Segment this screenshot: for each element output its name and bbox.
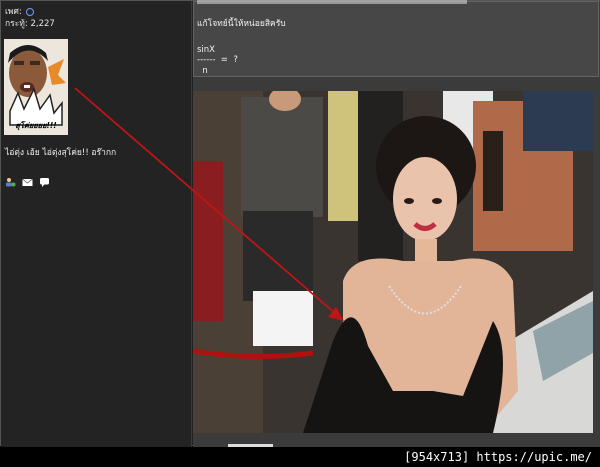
posts-label: กระทู้: bbox=[5, 19, 28, 29]
post-body: แก้โจทย์นี้ให้หน่อยสิครับ sinX ------ = … bbox=[193, 0, 599, 77]
scroll-indicator[interactable] bbox=[228, 444, 273, 447]
user-sidebar: เพศ: กระทู้: 2,227 สุโค่ยยยย!!! ไอ่ตุ่ง … bbox=[1, 1, 192, 447]
forum-frame: เพศ: กระทู้: 2,227 สุโค่ยยยย!!! ไอ่ตุ่ง … bbox=[0, 0, 600, 447]
avatar[interactable]: สุโค่ยยยย!!! bbox=[4, 39, 68, 135]
post-line-2: sinX bbox=[197, 45, 216, 55]
gender-row: เพศ: bbox=[5, 7, 35, 18]
gender-label: เพศ: bbox=[5, 7, 22, 17]
image-size-badge[interactable]: [954x713] https://upic.me/ bbox=[402, 448, 594, 466]
post-photo[interactable] bbox=[193, 91, 593, 433]
message-icon[interactable] bbox=[39, 177, 50, 188]
email-icon[interactable] bbox=[22, 177, 33, 188]
posts-count: 2,227 bbox=[30, 19, 55, 29]
post-line-1: แก้โจทย์นี้ให้หน่อยสิครับ bbox=[197, 19, 286, 29]
posts-row: กระทู้: 2,227 bbox=[5, 19, 55, 30]
cut-off-text-line bbox=[197, 0, 467, 4]
post-line-4: n bbox=[197, 66, 208, 76]
male-icon bbox=[26, 7, 35, 16]
avatar-caption: สุโค่ยยยย!!! bbox=[15, 121, 57, 130]
signature-text: ไอ่ตุ่ง เอ้ย ไอ่ตุ่งสุโค่ย!! อร๊ากก bbox=[5, 148, 117, 158]
post-content: แก้โจทย์นี้ให้หน่อยสิครับ sinX ------ = … bbox=[193, 0, 600, 447]
photo-image bbox=[193, 91, 593, 433]
post-line-3: ------ = ? bbox=[197, 55, 238, 65]
user-icon[interactable] bbox=[5, 177, 16, 188]
